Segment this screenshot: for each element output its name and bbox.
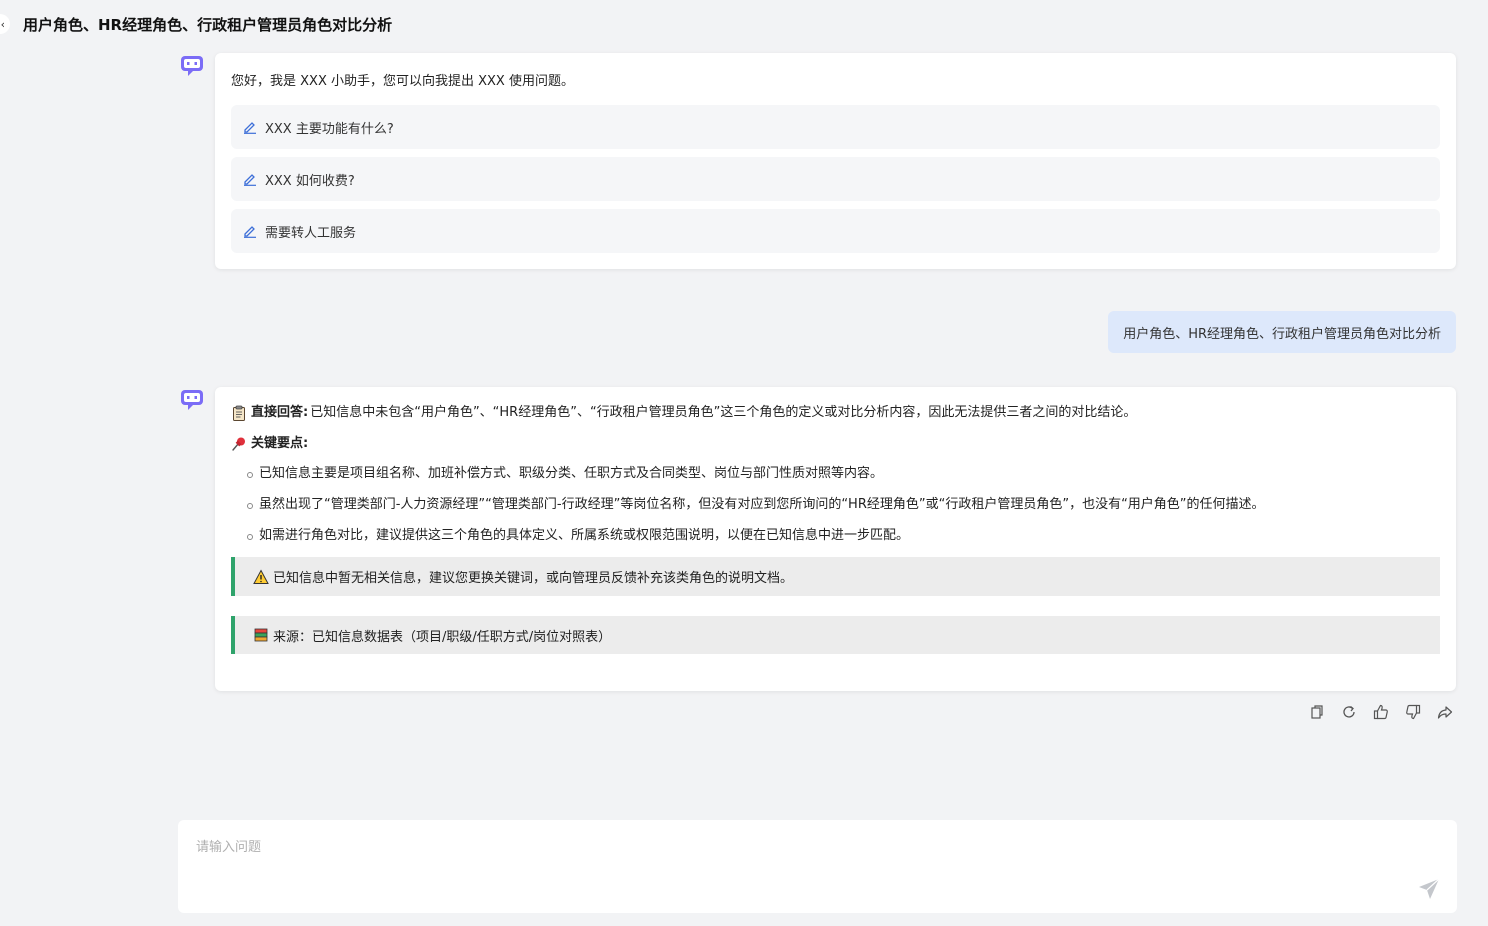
message-actions — [1308, 703, 1454, 721]
user-message-bubble: 用户角色、HR经理角色、行政租户管理员角色对比分析 — [1108, 311, 1456, 353]
suggestion-label: XXX 如何收费? — [265, 173, 355, 189]
question-input[interactable] — [178, 820, 1457, 913]
suggestion-label: 需要转人工服务 — [265, 225, 357, 241]
thumbs-down-icon[interactable] — [1404, 703, 1422, 721]
warning-notice: 已知信息中暂无相关信息，建议您更换关键词，或向管理员反馈补充该类角色的说明文档。 — [231, 557, 1440, 596]
pencil-icon — [244, 226, 256, 238]
warning-text: 已知信息中暂无相关信息，建议您更换关键词，或向管理员反馈补充该类角色的说明文档。 — [273, 571, 794, 586]
greeting-card: 您好，我是 XXX 小助手，您可以向我提出 XXX 使用问题。 XXX 主要功能… — [215, 53, 1456, 269]
page-title: 用户角色、HR经理角色、行政租户管理员角色对比分析 — [23, 16, 393, 34]
key-points-heading: 关键要点: — [231, 434, 1440, 454]
robot-avatar-icon — [181, 56, 203, 76]
key-points-list: 已知信息主要是项目组名称、加班补偿方式、职级分类、任职方式及合同类型、岗位与部门… — [231, 464, 1440, 546]
clipboard-icon — [233, 405, 245, 421]
pencil-icon — [244, 122, 256, 134]
suggestion-item[interactable]: XXX 主要功能有什么? — [231, 105, 1440, 149]
paper-plane-icon[interactable] — [1417, 877, 1441, 901]
key-points-label: 关键要点: — [251, 436, 309, 451]
source-notice: 来源：已知信息数据表（项目/职级/任职方式/岗位对照表） — [231, 616, 1440, 654]
thumbs-up-icon[interactable] — [1372, 703, 1390, 721]
suggestion-label: XXX 主要功能有什么? — [265, 121, 394, 137]
source-text: 来源：已知信息数据表（项目/职级/任职方式/岗位对照表） — [273, 629, 612, 645]
direct-answer-label: 直接回答: — [251, 405, 309, 420]
back-button[interactable]: ‹ — [0, 14, 10, 34]
direct-answer: 直接回答: 已知信息中未包含“用户角色”、“HR经理角色”、“行政租户管理员角色… — [231, 403, 1440, 423]
books-icon — [254, 628, 268, 642]
robot-avatar-icon — [181, 390, 203, 410]
warning-icon — [253, 568, 269, 584]
pencil-icon — [244, 174, 256, 186]
refresh-icon[interactable] — [1340, 703, 1358, 721]
list-item: 虽然出现了“管理类部门-人力资源经理”“管理类部门-行政经理”等岗位名称，但没有… — [231, 495, 1440, 515]
greeting-text: 您好，我是 XXX 小助手，您可以向我提出 XXX 使用问题。 — [231, 74, 574, 89]
direct-answer-text: 已知信息中未包含“用户角色”、“HR经理角色”、“行政租户管理员角色”这三个角色… — [310, 405, 1137, 420]
suggestion-item[interactable]: 需要转人工服务 — [231, 209, 1440, 253]
question-input-box — [178, 820, 1457, 913]
answer-card: 直接回答: 已知信息中未包含“用户角色”、“HR经理角色”、“行政租户管理员角色… — [215, 387, 1456, 691]
list-item: 已知信息主要是项目组名称、加班补偿方式、职级分类、任职方式及合同类型、岗位与部门… — [231, 464, 1440, 484]
list-item: 如需进行角色对比，建议提供这三个角色的具体定义、所属系统或权限范围说明，以便在已… — [231, 526, 1440, 546]
copy-icon[interactable] — [1308, 703, 1326, 721]
pushpin-icon — [232, 437, 245, 451]
share-icon[interactable] — [1436, 703, 1454, 721]
suggestion-item[interactable]: XXX 如何收费? — [231, 157, 1440, 201]
